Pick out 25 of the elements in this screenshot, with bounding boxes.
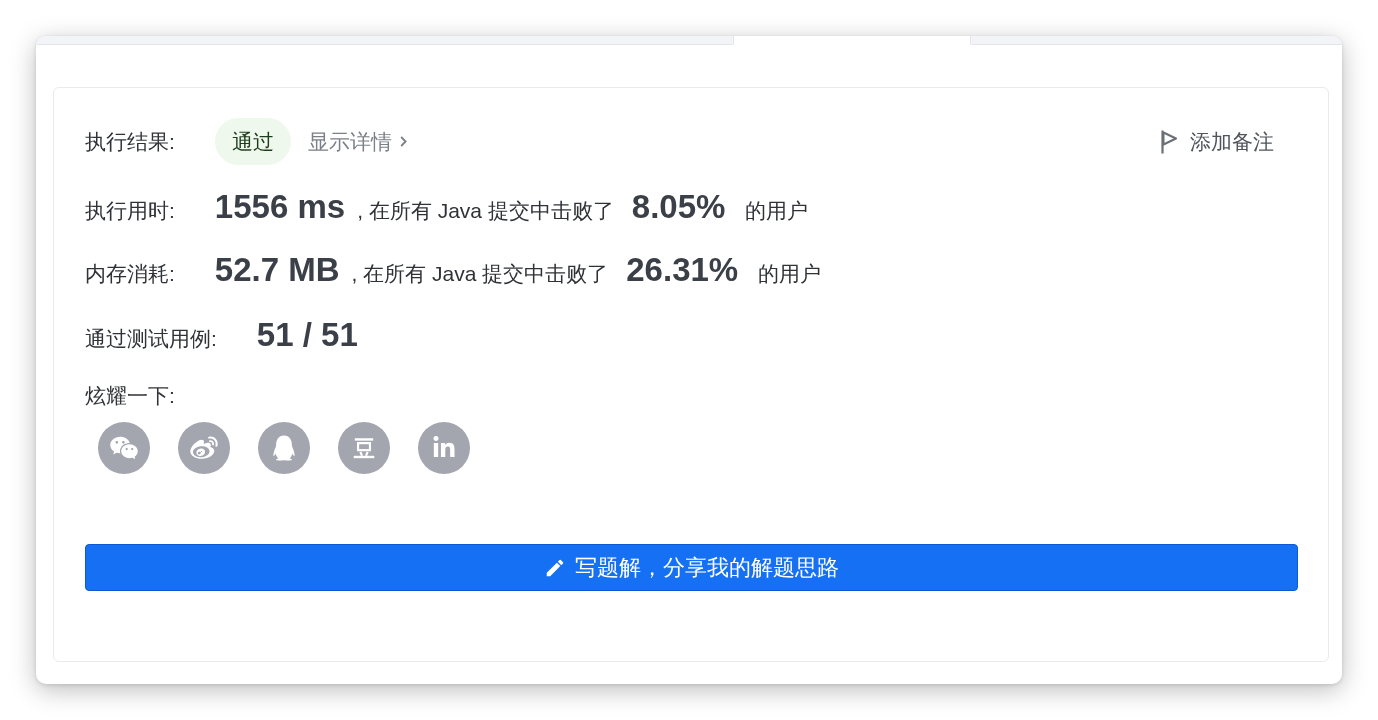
stat-text: , 在所有 Java 提交中击败了 — [357, 198, 614, 224]
percent-value: 26.31% — [626, 250, 739, 290]
douban-icon[interactable] — [338, 422, 390, 474]
percent-value: 8.05% — [631, 187, 726, 227]
wechat-icon[interactable] — [98, 422, 150, 474]
add-note-button[interactable]: 添加备注 — [1159, 123, 1276, 160]
test-cases-value: 51 / 51 — [256, 315, 358, 355]
flag-icon — [1161, 129, 1178, 154]
share-label: 炫耀一下: — [85, 383, 175, 409]
weibo-icon[interactable] — [178, 422, 230, 474]
write-solution-button[interactable]: 写题解，分享我的解题思路 — [85, 544, 1298, 591]
stat-suffix: 的用户 — [745, 198, 809, 224]
details-link[interactable]: 显示详情 — [307, 127, 407, 156]
linkedin-icon[interactable] — [418, 422, 470, 474]
stat-text: , 在所有 Java 提交中击败了 — [351, 261, 609, 287]
result-label: 执行结果: — [85, 128, 175, 155]
chevron-right-icon — [399, 136, 407, 147]
stat-suffix: 的用户 — [758, 261, 822, 287]
stat-label: 执行用时: — [85, 198, 175, 224]
stat-value: 52.7 MB — [214, 250, 340, 290]
qq-penguin-icon[interactable] — [258, 422, 310, 474]
status-badge: 通过 — [214, 118, 291, 165]
stat-value: 1556 ms — [214, 187, 346, 227]
test-cases-label: 通过测试用例: — [85, 326, 217, 352]
stat-label: 内存消耗: — [85, 261, 175, 287]
